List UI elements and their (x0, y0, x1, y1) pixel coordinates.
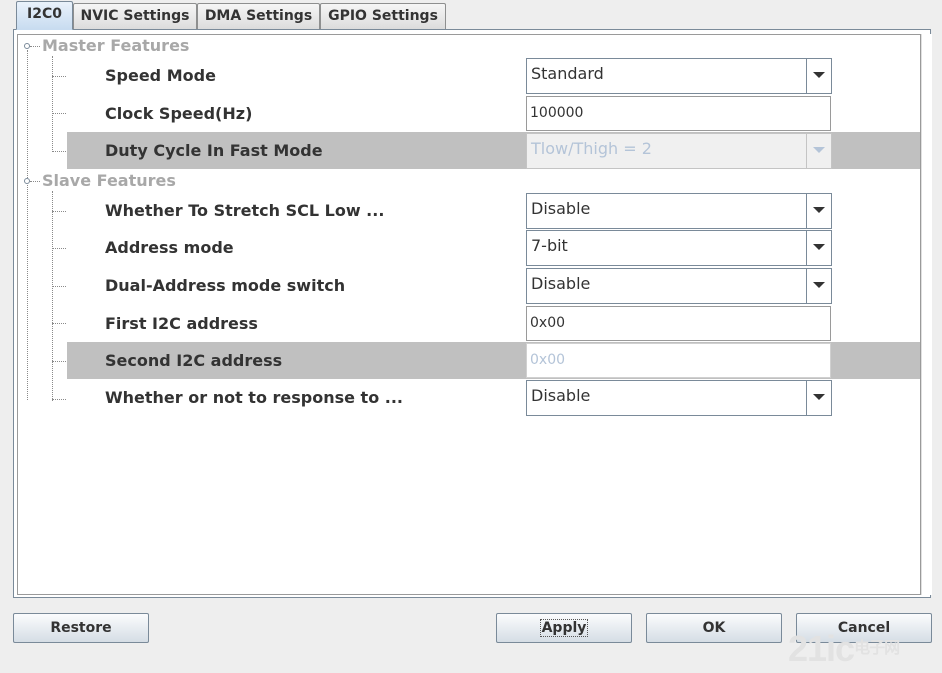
param-row-clock-speed: Clock Speed(Hz) 100000 (67, 95, 920, 132)
category-master-features: Master Features (42, 36, 190, 55)
param-label: Speed Mode (105, 66, 216, 85)
apply-label: Apply (539, 619, 589, 637)
tree-connector (52, 113, 66, 114)
tree-connector (52, 286, 66, 287)
category-slave-features: Slave Features (42, 171, 176, 190)
combo-value: 7-bit (531, 236, 568, 255)
clock-speed-field[interactable]: 100000 (526, 96, 831, 131)
combo-value: Disable (531, 386, 591, 405)
param-row-stretch-scl: Whether To Stretch SCL Low ... Disable (67, 192, 920, 229)
dual-address-combo[interactable]: Disable (526, 268, 832, 304)
combo-value: Standard (531, 64, 604, 83)
param-row-address-mode: Address mode 7-bit (67, 229, 920, 266)
tree-connector (52, 248, 66, 249)
dropdown-button[interactable] (806, 269, 831, 303)
tree-connector (52, 76, 66, 77)
param-label: Whether or not to response to ... (105, 388, 403, 407)
chevron-down-icon (813, 207, 825, 213)
tree-connector (52, 323, 66, 324)
tree-connector (52, 211, 66, 212)
tab-i2c0[interactable]: I2C0 (16, 1, 73, 30)
chevron-down-icon (813, 244, 825, 250)
stretch-scl-combo[interactable]: Disable (526, 193, 832, 229)
duty-cycle-combo: Tlow/Thigh = 2 (526, 133, 832, 169)
cancel-button[interactable]: Cancel (796, 613, 932, 643)
tree-connector (27, 50, 28, 180)
param-label: Whether To Stretch SCL Low ... (105, 201, 385, 220)
tree-connector (30, 181, 40, 182)
tab-gpio-settings[interactable]: GPIO Settings (320, 3, 446, 29)
dropdown-button[interactable] (806, 59, 831, 93)
param-label: Address mode (105, 238, 234, 257)
param-row-first-address: First I2C address 0x00 (67, 305, 920, 342)
chevron-down-icon (813, 147, 825, 153)
general-call-combo[interactable]: Disable (526, 380, 832, 416)
param-row-general-call: Whether or not to response to ... Disabl… (67, 379, 920, 416)
tree-connector (52, 151, 66, 152)
param-label: Duty Cycle In Fast Mode (105, 141, 323, 160)
param-row-speed-mode: Speed Mode Standard (67, 57, 920, 94)
param-label: First I2C address (105, 314, 258, 333)
tab-nvic-settings[interactable]: NVIC Settings (73, 3, 197, 29)
param-label: Second I2C address (105, 351, 283, 370)
restore-button[interactable]: Restore (13, 613, 149, 643)
tab-bar: I2C0 NVIC Settings DMA Settings GPIO Set… (0, 0, 942, 30)
param-label: Clock Speed(Hz) (105, 104, 253, 123)
ok-button[interactable]: OK (646, 613, 782, 643)
dropdown-button (806, 134, 831, 168)
chevron-down-icon (813, 72, 825, 78)
tree-connector (52, 399, 66, 400)
dropdown-button[interactable] (806, 194, 831, 228)
apply-button[interactable]: Apply (496, 613, 632, 643)
second-address-field: 0x00 (526, 343, 831, 378)
tree-connector (30, 46, 40, 47)
param-row-duty-cycle: Duty Cycle In Fast Mode Tlow/Thigh = 2 (67, 132, 920, 169)
param-row-dual-address: Dual-Address mode switch Disable (67, 267, 920, 304)
chevron-down-icon (813, 282, 825, 288)
combo-value: Disable (531, 199, 591, 218)
speed-mode-combo[interactable]: Standard (526, 58, 832, 94)
dropdown-button[interactable] (806, 231, 831, 265)
tree-connector (52, 361, 66, 362)
tree-connector (27, 185, 28, 400)
param-label: Dual-Address mode switch (105, 276, 346, 295)
combo-value: Disable (531, 274, 591, 293)
tab-dma-settings[interactable]: DMA Settings (197, 3, 320, 29)
combo-value: Tlow/Thigh = 2 (531, 139, 652, 158)
tree-branch-line (52, 56, 53, 152)
tree-branch-line (52, 191, 53, 401)
param-row-second-address: Second I2C address 0x00 (67, 342, 920, 379)
address-mode-combo[interactable]: 7-bit (526, 230, 832, 266)
chevron-down-icon (813, 394, 825, 400)
dropdown-button[interactable] (806, 381, 831, 415)
first-address-field[interactable]: 0x00 (526, 306, 831, 341)
vertical-scrollbar[interactable] (921, 34, 932, 595)
